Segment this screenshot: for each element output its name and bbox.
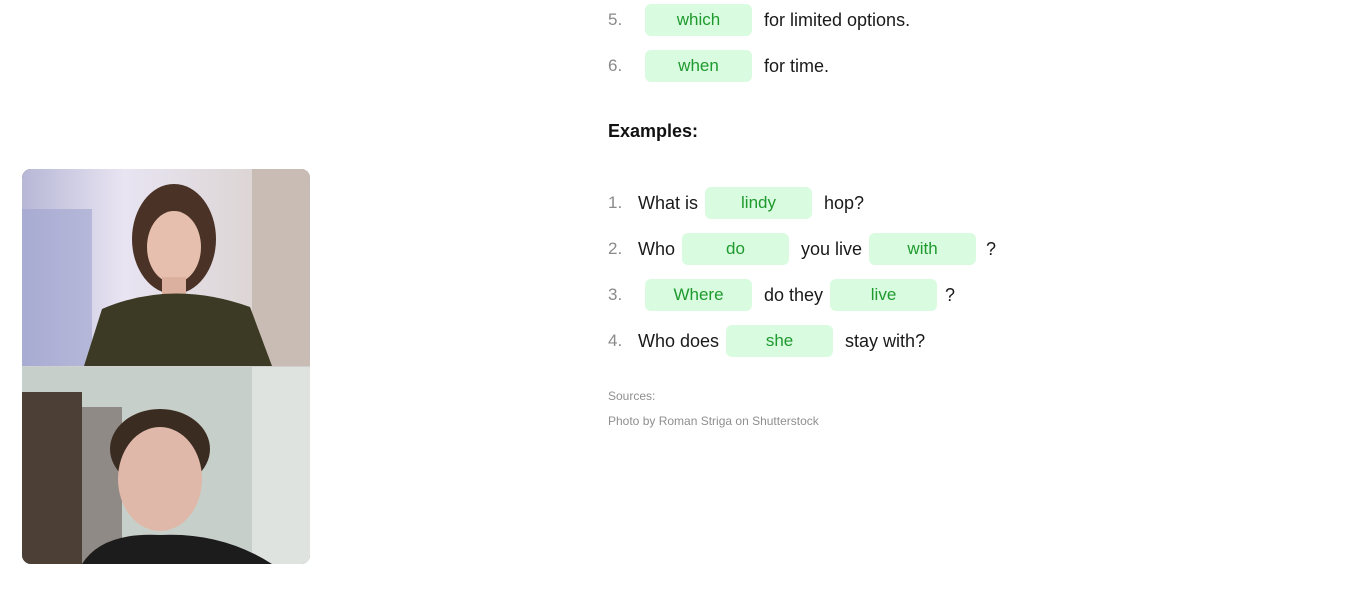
example-text: What is — [638, 192, 699, 213]
answer-chip[interactable]: live — [830, 279, 938, 311]
example-text: Who — [638, 238, 676, 259]
answer-chip[interactable]: lindy — [705, 187, 813, 219]
participant-video-frame — [22, 169, 310, 366]
examples-heading: Examples: — [608, 121, 699, 141]
answer-chip[interactable]: do — [682, 233, 790, 265]
list-number: 1. — [608, 193, 623, 212]
answer-chip[interactable]: which — [645, 4, 752, 36]
example-item: 1. What is lindy hop? — [608, 187, 864, 219]
example-item: 4. Who does she stay with? — [608, 325, 925, 357]
rule-text: for limited options. — [764, 9, 911, 30]
answer-chip[interactable]: Where — [645, 279, 752, 311]
rule-text: for time. — [764, 55, 830, 76]
photo-credit: Photo by Roman Striga on Shutterstock — [608, 414, 819, 428]
list-number: 3. — [608, 285, 623, 304]
example-text: you live — [801, 238, 863, 259]
example-text: ? — [986, 238, 997, 259]
sources-label: Sources: — [608, 389, 656, 403]
rule-item: 6. when for time. — [608, 50, 829, 82]
list-number: 5. — [608, 10, 623, 29]
example-item: 3. Where do they live ? — [608, 279, 955, 311]
example-text: ? — [945, 284, 956, 305]
example-text: stay with? — [845, 330, 926, 351]
participant-video-man[interactable] — [22, 366, 310, 564]
example-text: hop? — [824, 192, 865, 213]
example-text: do they — [764, 284, 824, 305]
answer-chip[interactable]: she — [726, 325, 834, 357]
example-item: 2. Who do you live with ? — [608, 233, 996, 265]
list-number: 2. — [608, 239, 623, 258]
rule-item: 5. which for limited options. — [608, 4, 910, 36]
participant-video-frame — [22, 367, 310, 564]
answer-chip[interactable]: when — [645, 50, 752, 82]
video-participants — [22, 169, 310, 564]
list-number: 6. — [608, 56, 623, 75]
example-text: Who does — [638, 330, 720, 351]
list-number: 4. — [608, 331, 623, 350]
answer-chip[interactable]: with — [869, 233, 977, 265]
participant-video-woman[interactable] — [22, 169, 310, 366]
